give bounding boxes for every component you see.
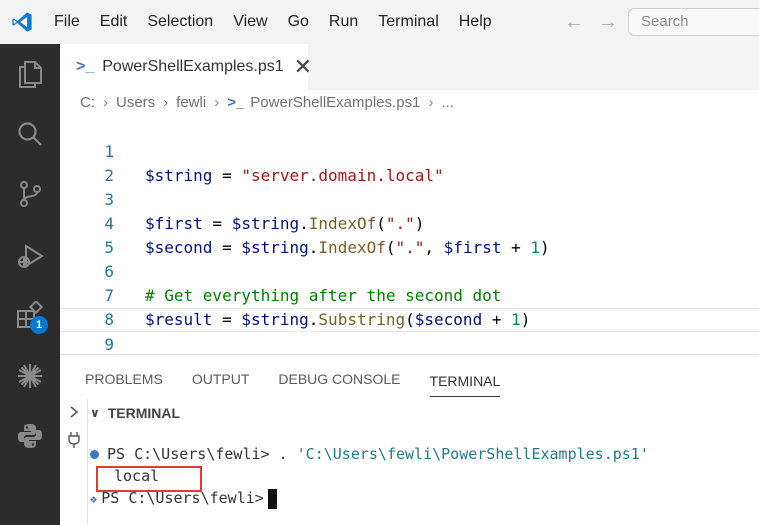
code-line[interactable]: 3 $first = $string.IndexOf(".")	[60, 164, 759, 233]
activity-bar: 1	[0, 44, 60, 525]
menu-view[interactable]: View	[223, 0, 277, 44]
breadcrumb-users[interactable]: Users	[116, 94, 155, 111]
menu-selection[interactable]: Selection	[137, 0, 223, 44]
code-line[interactable]: 4 $second = $string.IndexOf(".", $first …	[60, 188, 759, 257]
menu-file[interactable]: File	[44, 0, 90, 44]
extensions-badge: 1	[30, 316, 48, 334]
chevron-right-icon: ›	[428, 93, 434, 111]
tab-problems[interactable]: PROBLEMS	[85, 355, 163, 399]
tab-debug-console[interactable]: DEBUG CONSOLE	[278, 355, 400, 399]
search-icon[interactable]	[0, 106, 60, 162]
vscode-logo-icon	[0, 0, 44, 44]
output-highlight-box	[96, 466, 202, 492]
chevron-right-icon: ›	[103, 93, 108, 111]
code-line[interactable]: 5	[60, 212, 759, 257]
run-debug-icon[interactable]	[0, 228, 60, 284]
breadcrumb-file[interactable]: PowerShellExamples.ps1	[250, 94, 420, 111]
command-status-icon[interactable]	[90, 450, 99, 459]
code-editor[interactable]: 1 $string = "server.domain.local" 2 3 $f…	[60, 114, 759, 378]
breadcrumb-drive[interactable]: C:	[80, 94, 95, 111]
tab-output[interactable]: OUTPUT	[192, 355, 250, 399]
code-line[interactable]: 8	[60, 284, 759, 329]
forward-arrow-icon[interactable]: →	[596, 11, 620, 34]
prompt-marker-icon: ❖	[90, 492, 98, 506]
chevron-down-icon: ∨	[90, 406, 100, 420]
menu-terminal[interactable]: Terminal	[368, 0, 448, 44]
tab-label: PowerShellExamples.ps1	[102, 58, 284, 75]
editor-tab-bar: >_ PowerShellExamples.ps1 ✕	[60, 44, 759, 90]
terminal-section-header[interactable]: ∨ TERMINAL	[90, 401, 180, 425]
breadcrumb: C: › Users › fewli › >_ PowerShellExampl…	[60, 90, 759, 114]
terminal-cursor	[267, 488, 277, 509]
tab-powershell-examples[interactable]: >_ PowerShellExamples.ps1 ✕	[60, 44, 312, 90]
terminal-side-strip	[60, 399, 88, 525]
chevron-right-icon: ›	[214, 93, 220, 111]
bottom-panel: PROBLEMS OUTPUT DEBUG CONSOLE TERMINAL ∨…	[60, 354, 759, 525]
code-line[interactable]: 1 $string = "server.domain.local"	[60, 116, 759, 185]
plug-icon[interactable]	[66, 431, 82, 449]
menu-bar: File Edit Selection View Go Run Terminal…	[44, 0, 502, 44]
source-control-icon[interactable]	[0, 166, 60, 222]
breadcrumb-fewli[interactable]: fewli	[176, 94, 206, 111]
menu-go[interactable]: Go	[278, 0, 319, 44]
back-arrow-icon[interactable]: ←	[562, 11, 586, 34]
tab-terminal[interactable]: TERMINAL	[429, 357, 501, 397]
search-box[interactable]: Search	[628, 8, 759, 36]
menu-help[interactable]: Help	[449, 0, 502, 44]
close-icon[interactable]: ✕	[294, 56, 312, 78]
code-line[interactable]: 2	[60, 140, 759, 185]
menu-edit[interactable]: Edit	[90, 0, 138, 44]
breadcrumb-more[interactable]: ...	[441, 94, 454, 111]
chevron-right-icon[interactable]	[68, 405, 80, 419]
terminal-line: PS C:\Users\fewli> . 'C:\Users\fewli\Pow…	[90, 443, 649, 465]
powershell-file-icon: >_	[76, 58, 95, 75]
navigation-arrows: ← →	[562, 0, 620, 44]
code-line[interactable]: 7 $result = $string.Substring($second + …	[60, 260, 759, 329]
terminal-command: .	[278, 445, 297, 463]
menu-run[interactable]: Run	[319, 0, 368, 44]
code-line-current[interactable]: 9 Write-Host $result	[60, 308, 759, 378]
terminal-section-title: TERMINAL	[107, 405, 181, 421]
explorer-icon[interactable]	[0, 46, 60, 102]
terminal-prompt: PS C:\Users\fewli>	[107, 445, 270, 463]
code-line[interactable]: 6 # Get everything after the second dot	[60, 236, 759, 305]
chevron-right-icon: ›	[163, 93, 169, 111]
extensions-icon[interactable]: 1	[0, 288, 60, 344]
python-icon[interactable]	[0, 408, 60, 464]
panel-tabs: PROBLEMS OUTPUT DEBUG CONSOLE TERMINAL	[60, 355, 759, 399]
title-bar: File Edit Selection View Go Run Terminal…	[0, 0, 759, 44]
powershell-file-icon: >_	[227, 93, 245, 111]
remote-icon[interactable]	[0, 348, 60, 404]
terminal-command-path: 'C:\Users\fewli\PowerShellExamples.ps1'	[296, 445, 649, 463]
